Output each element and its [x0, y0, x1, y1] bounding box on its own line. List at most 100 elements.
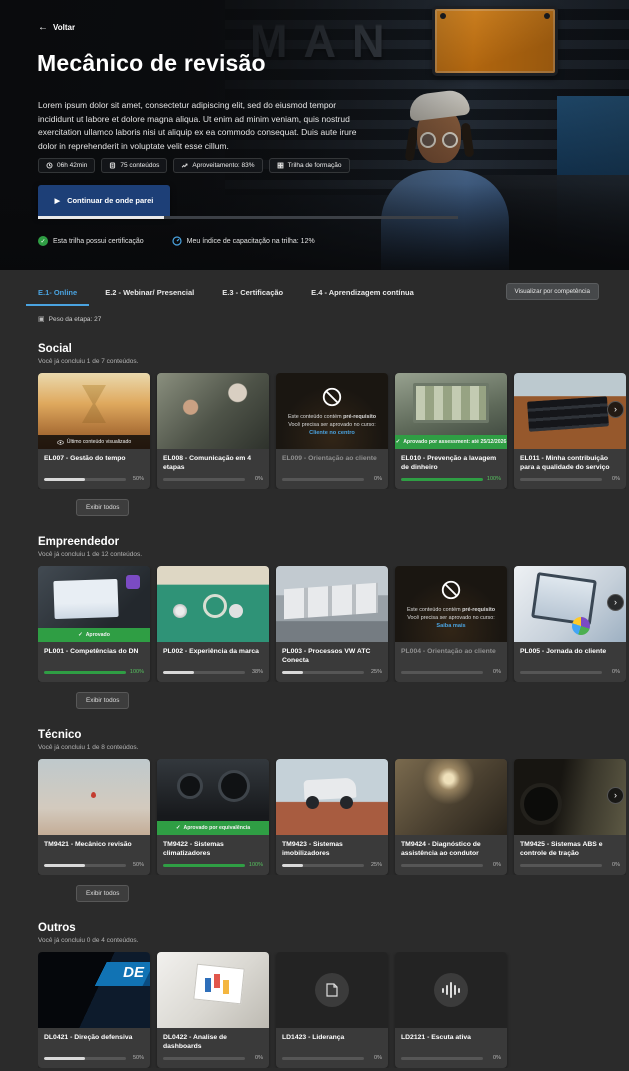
course-card[interactable]: EL011 - Minha contribuição para a qualid… [514, 373, 626, 489]
course-card[interactable]: TM9425 - Sistemas ABS e controle de traç… [514, 759, 626, 875]
course-card[interactable]: ✓ Aprovado por assessment: até 25/12/202… [395, 373, 507, 489]
course-title: EL011 - Minha contribuição para a qualid… [520, 455, 610, 472]
course-title: EL010 - Prevenção a lavagem de dinheiro [401, 455, 497, 472]
section-subtitle: Você já concluiu 1 de 7 conteúdos. [38, 358, 139, 365]
back-arrow-icon: ← [38, 22, 48, 33]
pdf-icon [326, 983, 338, 997]
carousel-next-button[interactable]: › [607, 787, 624, 804]
course-thumbnail [38, 759, 150, 835]
continue-button[interactable]: ▶ Continuar de onde parei [38, 185, 170, 216]
section-title: Técnico [38, 729, 82, 741]
course-progress: 0% [276, 1054, 388, 1068]
course-card[interactable]: TM9421 - Mecânico revisão 50% [38, 759, 150, 875]
course-progress: 0% [395, 1054, 507, 1068]
clock-icon [46, 162, 53, 169]
performance-badge: Aproveitamento: 83% [173, 158, 263, 173]
course-title: TM9425 - Sistemas ABS e controle de traç… [520, 841, 603, 858]
weight-icon: ▣ [38, 316, 45, 323]
hero-footnotes: ✓ Esta trilha possui certificação Meu ín… [38, 236, 315, 246]
carousel-next-button[interactable]: › [607, 594, 624, 611]
course-card[interactable]: LD2121 - Escuta ativa 0% [395, 952, 507, 1068]
course-card[interactable]: LD1423 - Liderança 0% [276, 952, 388, 1068]
course-progress: 50% [38, 861, 150, 875]
course-card[interactable]: PL002 - Experiência da marca 38% [157, 566, 269, 682]
capacity-note: Meu índice de capacitação na trilha: 12% [172, 236, 315, 246]
course-card[interactable]: TM9423 - Sistemas imobilizadores 25% [276, 759, 388, 875]
show-all-button[interactable]: Exibir todos [76, 692, 130, 709]
course-thumbnail: DE [38, 952, 150, 1028]
course-card[interactable]: ✓ Aprovado PL001 - Competências do DN 10… [38, 566, 150, 682]
view-by-competence-button[interactable]: Visualizar por competência [505, 283, 599, 300]
course-progress: 0% [395, 861, 507, 875]
approved-badge: ✓ Aprovado por assessment: até 25/12/202… [395, 435, 507, 449]
show-all-button[interactable]: Exibir todos [76, 885, 130, 902]
trail-progress-fill [38, 216, 164, 219]
course-card[interactable]: DL0422 - Analise de dashboards 0% [157, 952, 269, 1068]
course-progress: 0% [514, 861, 626, 875]
course-progress: 38% [157, 668, 269, 682]
back-button[interactable]: ← Voltar [38, 22, 75, 33]
certification-note: ✓ Esta trilha possui certificação [38, 236, 144, 246]
course-thumbnail: Último conteúdo visualizado [38, 373, 150, 449]
course-card[interactable]: EL008 - Comunicação em 4 etapas 0% [157, 373, 269, 489]
thumbnail-brand-text: DE [123, 964, 144, 981]
course-progress: 25% [276, 861, 388, 875]
course-thumbnail [276, 759, 388, 835]
course-thumbnail [276, 566, 388, 642]
course-thumbnail [276, 952, 388, 1028]
check-icon: ✓ [175, 825, 181, 831]
prerequisite-link[interactable]: Cliente no centro [309, 430, 355, 436]
course-title: LD2121 - Escuta ativa [401, 1034, 471, 1041]
check-circle-icon: ✓ [38, 236, 48, 246]
course-card-locked[interactable]: Este conteúdo contém pré-requisito Você … [276, 373, 388, 489]
course-title: TM9423 - Sistemas imobilizadores [282, 841, 343, 858]
show-all-button[interactable]: Exibir todos [76, 499, 130, 516]
course-card[interactable]: ✓ Aprovado por equivalência TM9422 - Sis… [157, 759, 269, 875]
media-circle [434, 973, 468, 1007]
course-description: Lorem ipsum dolor sit amet, consectetur … [38, 100, 357, 151]
course-title: DL0422 - Analise de dashboards [163, 1034, 227, 1051]
course-thumbnail [157, 373, 269, 449]
section-title: Outros [38, 922, 76, 934]
tab-e3-certificacao[interactable]: E.3 - Certificação [210, 283, 295, 306]
blocked-icon [322, 387, 342, 407]
course-card[interactable]: Último conteúdo visualizado EL007 - Gest… [38, 373, 150, 489]
info-badges: 06h 42min 75 conteúdos Aproveitamento: 8… [38, 158, 350, 173]
tab-e1-online[interactable]: E.1- Online [26, 283, 90, 306]
course-card-locked[interactable]: Este conteúdo contém pré-requisito Você … [395, 566, 507, 682]
course-progress: 50% [38, 1054, 150, 1068]
course-card[interactable]: DE DL0421 - Direção defensiva 50% [38, 952, 150, 1068]
course-card[interactable]: PL003 - Processos VW ATC Conecta 25% [276, 566, 388, 682]
course-thumbnail: ✓ Aprovado por assessment: até 25/12/202… [395, 373, 507, 449]
course-title: TM9421 - Mecânico revisão [44, 841, 132, 848]
approved-badge: ✓ Aprovado por equivalência [157, 821, 269, 835]
tab-e4-aprendizagem-continua[interactable]: E.4 - Aprendizagem contínua [299, 283, 426, 306]
prerequisite-link[interactable]: Saiba mais [436, 623, 465, 629]
check-icon: ✓ [395, 439, 401, 445]
check-icon: ✓ [78, 632, 83, 638]
carousel-next-button[interactable]: › [607, 401, 624, 418]
course-card[interactable]: PL005 - Jornada do cliente 0% [514, 566, 626, 682]
page-title: Mecânico de revisão [37, 50, 266, 76]
course-thumbnail [157, 952, 269, 1028]
course-title: EL008 - Comunicação em 4 etapas [163, 455, 252, 472]
section-social: Social Você já concluiu 1 de 7 conteúdos… [0, 343, 629, 516]
tab-e2-webinar-presencial[interactable]: E.2 - Webinar/ Presencial [93, 283, 206, 306]
course-title: DL0421 - Direção defensiva [44, 1034, 133, 1041]
course-title: TM9424 - Diagnóstico de assistência ao c… [401, 841, 481, 858]
course-progress: 50% [38, 475, 150, 489]
course-card[interactable]: TM9424 - Diagnóstico de assistência ao c… [395, 759, 507, 875]
course-title: EL007 - Gestão do tempo [44, 455, 126, 462]
section-empreendedor: Empreendedor Você já concluiu 1 de 12 co… [0, 536, 629, 709]
course-thumbnail: ✓ Aprovado [38, 566, 150, 642]
last-viewed-badge: Último conteúdo visualizado [38, 435, 150, 449]
course-progress: 25% [276, 668, 388, 682]
gauge-icon [172, 236, 182, 246]
prerequisite-overlay: Este conteúdo contém pré-requisito Você … [395, 566, 507, 642]
prerequisite-overlay: Este conteúdo contém pré-requisito Você … [276, 373, 388, 449]
course-title: PL004 - Orientação ao cliente [401, 648, 496, 655]
back-label: Voltar [53, 23, 76, 32]
stage-tabs-row: E.1- Online E.2 - Webinar/ Presencial E.… [0, 270, 629, 306]
course-progress: 0% [276, 475, 388, 489]
card-carousel: ✓ Aprovado PL001 - Competências do DN 10… [38, 566, 626, 682]
